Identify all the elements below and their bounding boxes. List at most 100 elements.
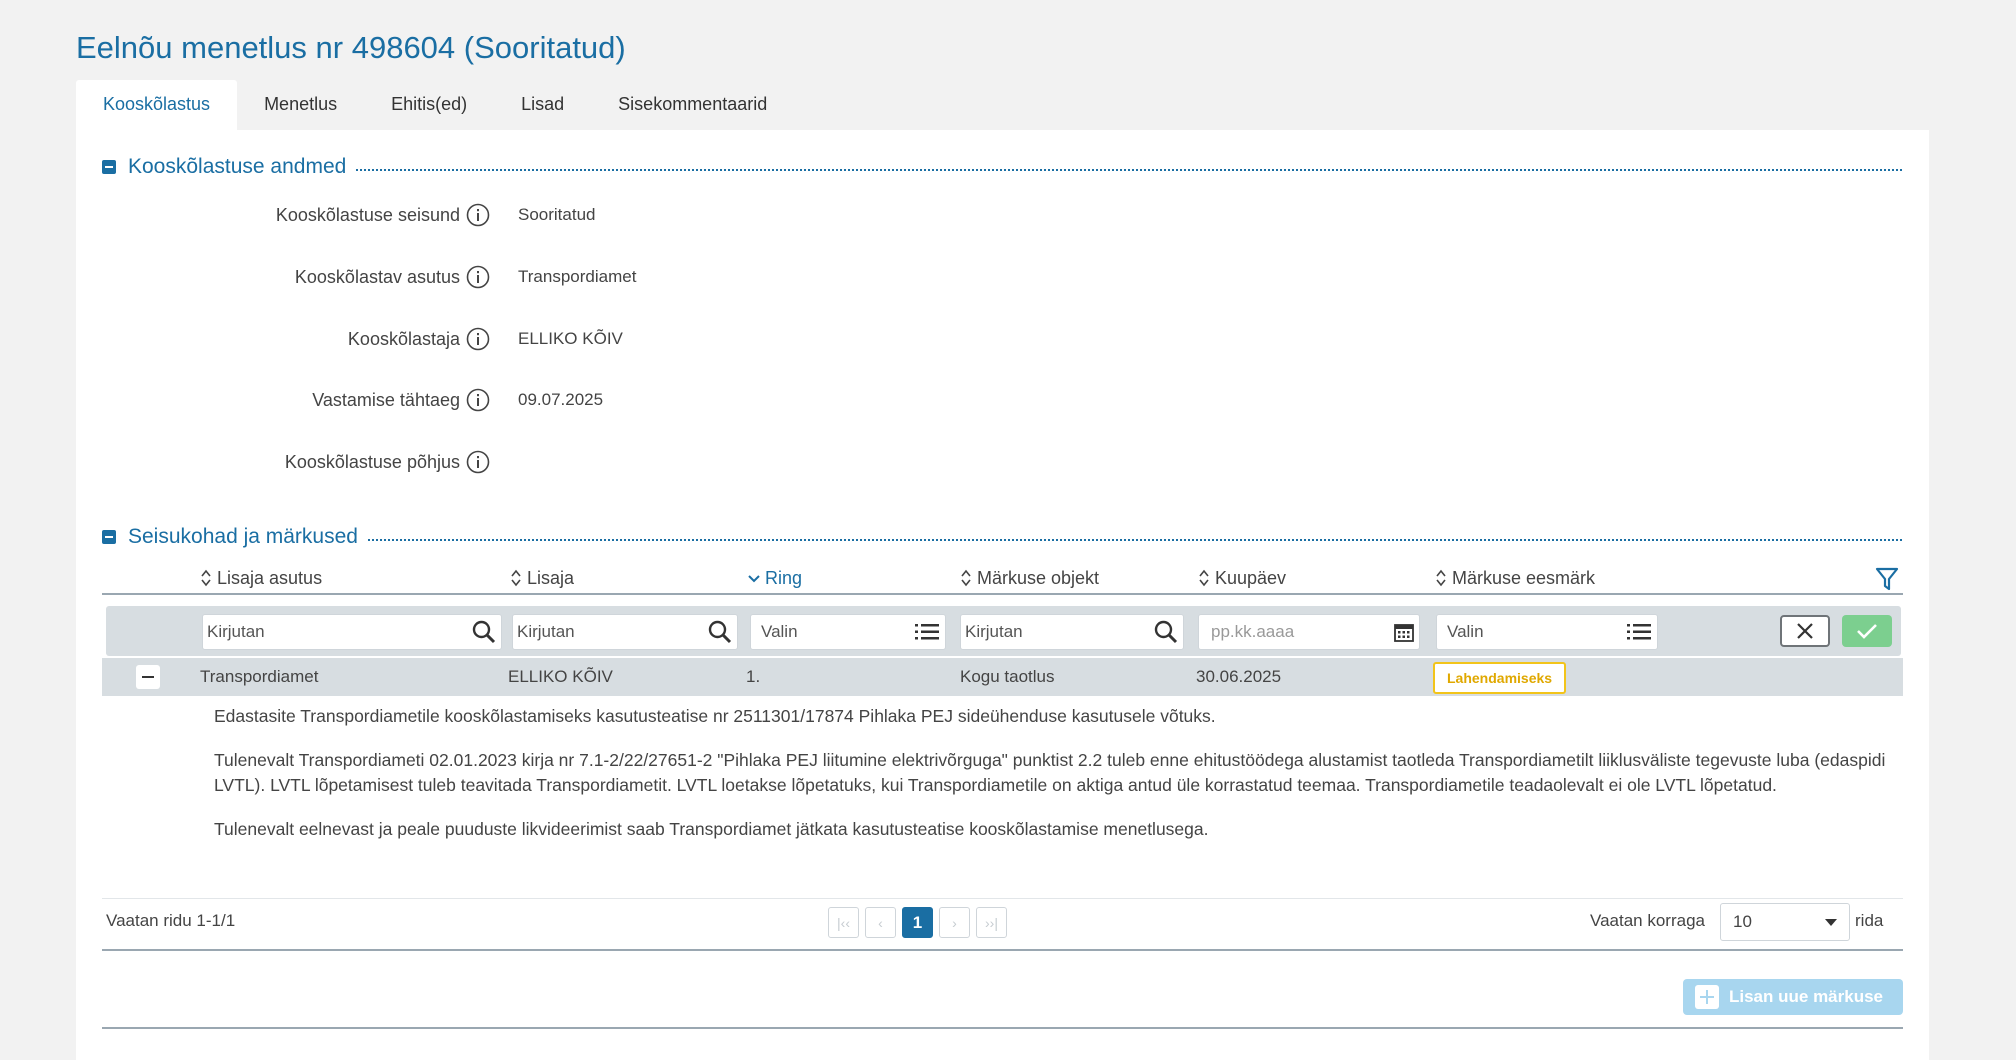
cell-lisaja: ELLIKO KÕIV	[508, 667, 613, 686]
field-label: Kooskõlastaja	[347, 328, 460, 349]
clear-filters-button[interactable]	[1780, 615, 1830, 647]
section-header-andmed: Kooskõlastuse andmed	[102, 154, 1902, 180]
calendar-icon[interactable]	[1393, 621, 1415, 643]
tab-lisad[interactable]: Lisad	[494, 80, 591, 130]
field-label: Kooskõlastav asutus	[294, 266, 460, 287]
column-header-eesmark[interactable]: Märkuse eesmärk	[1435, 563, 1595, 593]
per-page-select[interactable]: 10	[1720, 903, 1850, 941]
info-icon[interactable]	[466, 327, 490, 351]
page: Eelnõu menetlus nr 498604 (Sooritatud) K…	[0, 0, 2016, 1060]
filter-lisaja-input[interactable]: Kirjutan	[512, 614, 738, 650]
tab-ehitised[interactable]: Ehitis(ed)	[364, 80, 494, 130]
field-value: 09.07.2025	[518, 390, 604, 409]
divider	[102, 898, 1903, 899]
column-header-objekt[interactable]: Märkuse objekt	[960, 563, 1099, 593]
per-page-value: 10	[1733, 912, 1752, 931]
field-tahtaeg: Vastamise tähtaeg 09.07.2025	[76, 385, 603, 415]
divider	[102, 949, 1903, 951]
filter-placeholder: Kirjutan	[965, 622, 1023, 641]
filter-lisaja-asutus-input[interactable]: Kirjutan	[202, 614, 502, 650]
list-icon[interactable]	[1625, 620, 1653, 644]
field-pohjus: Kooskõlastuse põhjus	[76, 447, 518, 477]
divider	[367, 539, 1902, 541]
last-page-button[interactable]: ››|	[976, 907, 1007, 938]
cell-objekt: Kogu taotlus	[960, 667, 1055, 686]
add-remark-label: Lisan uue märkuse	[1729, 987, 1884, 1006]
column-header-ring[interactable]: Ring	[748, 563, 802, 593]
field-label: Kooskõlastuse põhjus	[284, 451, 460, 472]
detail-paragraph: Tulenevalt Transpordiameti 02.01.2023 ki…	[214, 750, 1886, 795]
per-page-label: Vaatan korraga	[1590, 911, 1705, 930]
sort-icon	[201, 569, 211, 587]
rows-label: rida	[1855, 911, 1884, 930]
tab-menetlus[interactable]: Menetlus	[237, 80, 364, 130]
checkmark-icon	[1857, 624, 1877, 639]
column-label: Ring	[765, 567, 803, 588]
search-icon[interactable]	[471, 619, 497, 645]
chevron-down-icon	[1825, 919, 1837, 926]
column-header-lisaja-asutus[interactable]: Lisaja asutus	[200, 563, 322, 593]
divider	[356, 169, 1902, 171]
sort-icon	[961, 569, 971, 587]
filter-objekt-input[interactable]: Kirjutan	[960, 614, 1184, 650]
collapse-row-icon[interactable]	[136, 665, 160, 689]
list-icon[interactable]	[913, 620, 941, 644]
next-page-button[interactable]: ›	[939, 907, 970, 938]
apply-filters-button[interactable]	[1842, 615, 1892, 647]
field-label: Vastamise tähtaeg	[312, 389, 460, 410]
sort-icon	[1199, 569, 1209, 587]
tab-bar: Kooskõlastus Menetlus Ehitis(ed) Lisad S…	[76, 80, 794, 130]
cell-lisaja-asutus: Transpordiamet	[200, 667, 319, 686]
divider	[102, 1027, 1903, 1029]
filter-placeholder: pp.kk.aaaa	[1211, 622, 1295, 641]
info-icon[interactable]	[466, 388, 490, 412]
sort-desc-icon	[748, 575, 760, 583]
collapse-icon[interactable]	[102, 530, 116, 544]
prev-page-button[interactable]: ‹	[865, 907, 896, 938]
field-value: ELLIKO KÕIV	[518, 329, 623, 348]
section-title: Seisukohad ja märkused	[128, 525, 358, 548]
page-title: Eelnõu menetlus nr 498604 (Sooritatud)	[76, 30, 626, 65]
info-icon[interactable]	[466, 203, 490, 227]
section-header-seisukohad: Seisukohad ja märkused	[102, 524, 1902, 550]
filter-placeholder: Kirjutan	[207, 622, 265, 641]
column-label: Märkuse eesmärk	[1452, 567, 1596, 588]
tab-kooskolastus[interactable]: Kooskõlastus	[76, 80, 238, 130]
column-label: Lisaja	[527, 567, 575, 588]
first-page-button[interactable]: |‹‹	[828, 907, 859, 938]
plus-icon	[1695, 985, 1719, 1009]
column-header-kuupaev[interactable]: Kuupäev	[1198, 563, 1286, 593]
info-icon[interactable]	[466, 450, 490, 474]
tab-sisekommentaarid[interactable]: Sisekommentaarid	[591, 80, 794, 130]
field-kooskolastaja: Kooskõlastaja ELLIKO KÕIV	[76, 324, 623, 354]
table-header: Lisaja asutus Lisaja Ring Märkuse objekt…	[102, 563, 1903, 595]
column-label: Kuupäev	[1215, 567, 1287, 588]
info-icon[interactable]	[466, 265, 490, 289]
column-label: Märkuse objekt	[977, 567, 1100, 588]
status-badge: Lahendamiseks	[1433, 662, 1567, 694]
collapse-icon[interactable]	[102, 160, 116, 174]
filter-ring-select[interactable]: Valin	[750, 614, 946, 650]
row-detail: Edastasite Transpordiametile kooskõlasta…	[214, 704, 1904, 861]
column-label: Lisaja asutus	[217, 567, 323, 588]
filter-placeholder: Valin	[761, 622, 798, 641]
search-icon[interactable]	[707, 619, 733, 645]
page-button-current[interactable]: 1	[902, 907, 933, 938]
field-label: Kooskõlastuse seisund	[275, 204, 460, 225]
search-icon[interactable]	[1153, 619, 1179, 645]
filter-icon[interactable]	[1874, 565, 1900, 593]
detail-paragraph: Tulenevalt eelnevast ja peale puuduste l…	[214, 819, 1209, 839]
filter-row: Kirjutan Kirjutan Valin Kirjutan pp.kk.a…	[106, 606, 1901, 656]
section-title: Kooskõlastuse andmed	[128, 155, 347, 178]
detail-paragraph: Edastasite Transpordiametile kooskõlasta…	[214, 706, 1216, 726]
field-value: Transpordiamet	[518, 267, 637, 286]
table-row[interactable]: Transpordiamet ELLIKO KÕIV 1. Kogu taotl…	[102, 658, 1903, 696]
sort-icon	[511, 569, 521, 587]
filter-kuupaev-input[interactable]: pp.kk.aaaa	[1198, 614, 1420, 650]
add-remark-button[interactable]: Lisan uue märkuse	[1683, 979, 1903, 1015]
filter-placeholder: Valin	[1447, 622, 1484, 641]
filter-eesmark-select[interactable]: Valin	[1436, 614, 1658, 650]
filter-placeholder: Kirjutan	[517, 622, 575, 641]
field-seisund: Kooskõlastuse seisund Sooritatud	[76, 200, 596, 230]
column-header-lisaja[interactable]: Lisaja	[510, 563, 574, 593]
